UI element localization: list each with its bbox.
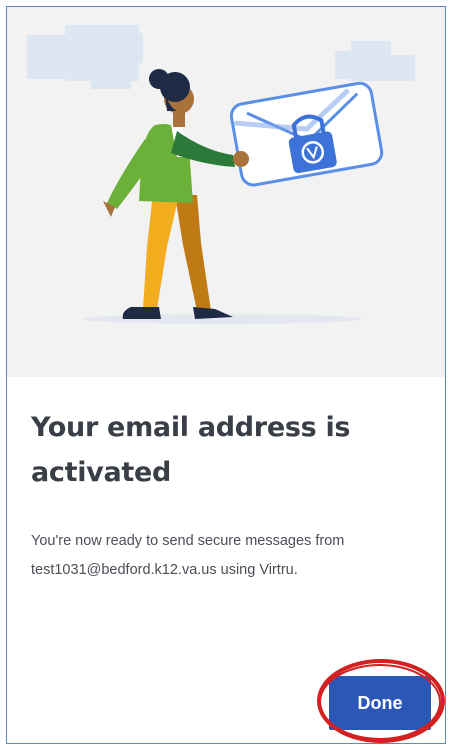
done-button[interactable]: Done: [329, 676, 431, 730]
activation-dialog: Your email address is activated You're n…: [6, 6, 446, 744]
cloud-left-icon: [27, 25, 143, 89]
cloud-right-icon: [335, 41, 415, 81]
activation-message: You're now ready to send secure messages…: [31, 533, 345, 578]
person-with-envelope-illustration: [27, 25, 415, 324]
envelope-lock-icon: [229, 81, 384, 187]
activation-illustration: [7, 7, 445, 377]
page-title: Your email address is activated: [31, 412, 351, 488]
person-figure: [103, 69, 249, 319]
